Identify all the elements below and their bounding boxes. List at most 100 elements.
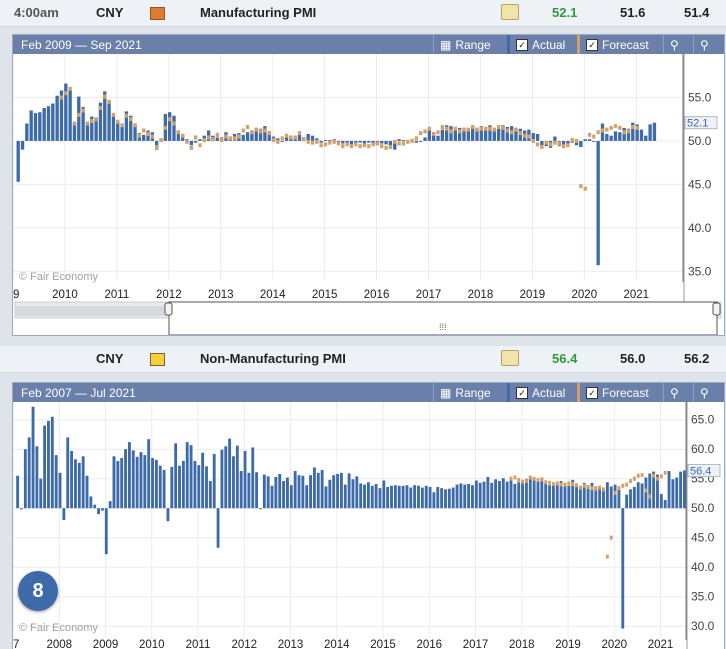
actual-bar xyxy=(397,139,401,141)
y-tick-label: 30.0 xyxy=(691,619,715,633)
actual-bar xyxy=(417,485,420,509)
forecast-marker xyxy=(553,140,557,145)
forecast-marker xyxy=(107,99,111,104)
impact-high-icon[interactable] xyxy=(150,7,165,20)
actual-bar xyxy=(16,140,20,182)
forecast-toggle[interactable]: ✓ Forecast xyxy=(577,383,655,402)
navigator-overview xyxy=(15,306,169,316)
x-tick-label: 2010 xyxy=(52,289,78,301)
non-manufacturing-pmi-chart[interactable]: 30.035.040.045.050.055.060.065.007200820… xyxy=(13,402,724,649)
zoom-out-icon[interactable]: ⚲ xyxy=(693,383,715,402)
y-tick-label: 50.0 xyxy=(691,501,715,515)
forecast-marker xyxy=(625,482,629,487)
forecast-marker xyxy=(583,186,587,191)
zoom-in-icon[interactable]: ⚲ xyxy=(663,35,685,54)
actual-bar xyxy=(29,110,33,141)
forecast-marker xyxy=(302,137,306,142)
forecast-marker xyxy=(617,486,621,491)
actual-bar xyxy=(587,139,592,141)
calendar-row-manufacturing-pmi[interactable]: 4:00am CNY Manufacturing PMI 52.1 51.6 5… xyxy=(0,0,726,27)
forecast-marker xyxy=(432,131,436,136)
forecast-marker xyxy=(571,482,575,487)
forecast-toggle[interactable]: ✓ Forecast xyxy=(577,35,655,54)
forecast-marker xyxy=(150,134,155,139)
forecast-marker xyxy=(380,144,384,149)
forecast-marker xyxy=(423,129,427,134)
zoom-out-icon[interactable]: ⚲ xyxy=(693,35,715,54)
range-button[interactable]: ▦ Range xyxy=(433,383,497,402)
impact-medium-icon[interactable] xyxy=(150,353,165,366)
actual-bar xyxy=(216,508,220,548)
plot-area xyxy=(13,402,686,638)
forecast-marker xyxy=(129,117,133,122)
calendar-row-non-manufacturing-pmi[interactable]: CNY Non-Manufacturing PMI 56.4 56.0 56.2 xyxy=(0,346,726,373)
forecast-marker xyxy=(648,494,652,499)
actual-toggle[interactable]: ✓ Actual xyxy=(507,383,571,402)
range-button[interactable]: ▦ Range xyxy=(433,35,497,54)
forecast-marker xyxy=(605,127,609,132)
actual-bar xyxy=(536,481,540,509)
forecast-marker xyxy=(211,137,215,142)
forecast-marker xyxy=(419,131,423,136)
actual-bar xyxy=(77,96,81,141)
event-title[interactable]: Manufacturing PMI xyxy=(200,5,316,20)
forecast-marker xyxy=(587,132,592,137)
actual-bar xyxy=(378,488,382,509)
actual-bar xyxy=(274,476,278,509)
forecast-marker xyxy=(172,121,176,126)
actual-bar xyxy=(544,483,548,509)
manufacturing-pmi-chart[interactable]: 35.0 40.0 45.0 50.0 55.0 09 2010 2011 2012 2013 20… xyxy=(13,54,724,335)
forecast-marker xyxy=(535,142,540,147)
forecast-marker xyxy=(602,487,605,492)
forecast-marker xyxy=(349,144,354,149)
actual-bar xyxy=(592,140,596,142)
actual-bar xyxy=(505,481,509,509)
actual-bar xyxy=(471,485,474,509)
actual-bar xyxy=(463,484,467,509)
folder-icon[interactable] xyxy=(501,4,519,20)
actual-bar xyxy=(35,446,39,509)
x-tick-label: 2017 xyxy=(416,289,442,301)
watermark: © Fair Economy xyxy=(19,271,99,283)
forecast-marker xyxy=(198,143,202,148)
actual-bar xyxy=(58,472,62,509)
checkbox-checked-icon: ✓ xyxy=(586,38,598,51)
forecast-marker xyxy=(466,127,470,132)
forecast-marker xyxy=(514,127,518,132)
actual-bar xyxy=(328,479,332,509)
x-tick-label: 2020 xyxy=(572,289,598,301)
actual-bar xyxy=(459,483,463,509)
actual-bar xyxy=(158,465,162,509)
forecast-marker xyxy=(393,139,397,144)
actual-bar xyxy=(548,485,551,509)
forecast-marker xyxy=(90,118,94,123)
actual-bar xyxy=(178,465,181,509)
actual-bar xyxy=(663,499,667,509)
actual-bar xyxy=(255,472,259,509)
actual-bar xyxy=(540,140,544,146)
forecast-marker xyxy=(328,140,332,145)
actual-bar xyxy=(567,485,571,509)
forecast-marker xyxy=(596,130,600,135)
x-tick-label: 2012 xyxy=(156,289,182,301)
actual-bar xyxy=(679,471,683,509)
forecast-marker xyxy=(103,94,107,99)
actual-toggle[interactable]: ✓ Actual xyxy=(507,35,571,54)
actual-bar xyxy=(420,487,424,509)
actual-bar xyxy=(174,443,178,509)
actual-bar xyxy=(621,508,625,629)
current-value-label: 52.1 xyxy=(687,118,708,130)
event-title[interactable]: Non-Manufacturing PMI xyxy=(200,351,346,366)
checkbox-checked-icon: ✓ xyxy=(516,38,528,51)
actual-bar xyxy=(490,482,494,509)
zoom-in-icon[interactable]: ⚲ xyxy=(663,383,685,402)
forecast-marker xyxy=(276,139,280,144)
forecast-marker xyxy=(644,488,648,493)
forecast-marker xyxy=(367,144,371,149)
actual-bar xyxy=(358,140,362,143)
folder-icon[interactable] xyxy=(501,350,519,366)
forecast-marker xyxy=(640,473,644,478)
forecast-marker xyxy=(555,481,559,486)
forecast-marker xyxy=(168,117,172,122)
previous-value: 51.4 xyxy=(684,5,710,20)
